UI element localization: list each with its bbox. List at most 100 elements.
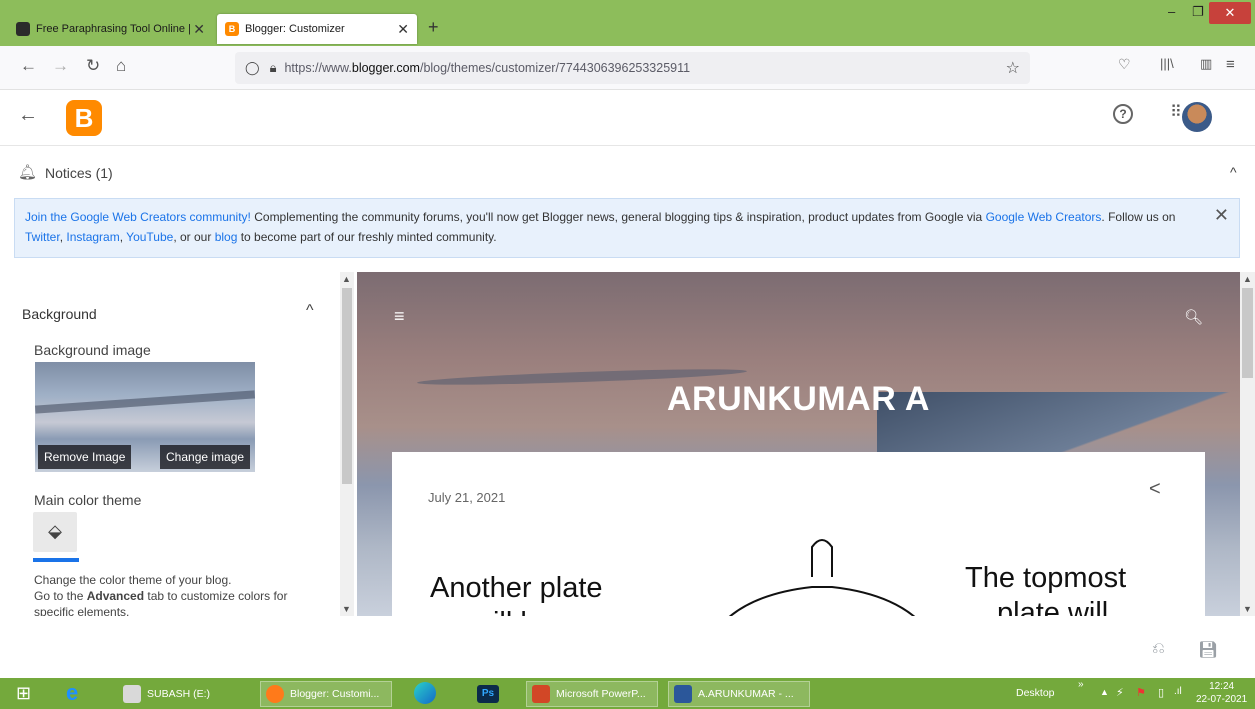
tab-paraphrasing-tool[interactable]: Free Paraphrasing Tool Online | ✕ bbox=[8, 14, 213, 44]
battery-icon[interactable]: ▯ bbox=[1158, 686, 1164, 699]
notices-title: Notices (1) bbox=[45, 165, 113, 181]
save-icon[interactable]: 💾︎ bbox=[1198, 640, 1218, 660]
url-path: /blog/themes/customizer/7744306396253325… bbox=[419, 61, 691, 75]
scroll-down-icon[interactable]: ▼ bbox=[1243, 604, 1252, 614]
internet-explorer-icon[interactable]: e bbox=[66, 680, 78, 706]
tab-title: Free Paraphrasing Tool Online | bbox=[36, 23, 191, 35]
selected-indicator bbox=[33, 558, 79, 562]
notice-text: , or our bbox=[173, 230, 215, 244]
bookmark-star-icon[interactable]: ☆ bbox=[1006, 58, 1020, 78]
reload-icon[interactable]: ↻ bbox=[86, 56, 100, 76]
customizer-panel: Background ^ Background image Remove Ima… bbox=[0, 272, 355, 616]
browser-nav-bar: ← → ↻ ⌂ ◯ 🔒︎ https://www. blogger.com/blo… bbox=[0, 46, 1255, 90]
desc-line: specific elements. bbox=[34, 605, 130, 616]
google-web-creators-link[interactable]: Google Web Creators bbox=[986, 210, 1102, 224]
scroll-down-icon[interactable]: ▼ bbox=[342, 604, 351, 614]
help-icon[interactable]: ? bbox=[1113, 104, 1133, 124]
post-date[interactable]: July 21, 2021 bbox=[428, 490, 505, 505]
tray-arrow-icon[interactable]: ▲ bbox=[1100, 687, 1109, 697]
advanced-tab-mention: Advanced bbox=[86, 589, 145, 603]
preview-scrollbar[interactable]: ▲ ▼ bbox=[1240, 272, 1255, 616]
paraphrase-favicon-icon bbox=[16, 22, 30, 36]
color-theme-swatch[interactable]: ⬙ bbox=[33, 512, 77, 552]
notice-text: to become part of our freshly minted com… bbox=[237, 230, 497, 244]
address-bar[interactable]: ◯ 🔒︎ https://www. blogger.com/blog/themes… bbox=[235, 52, 1030, 84]
back-arrow-icon[interactable]: ← bbox=[18, 104, 38, 127]
chevron-up-icon[interactable]: ^ bbox=[306, 302, 314, 320]
sidebar-icon[interactable]: ▥ bbox=[1200, 56, 1212, 72]
home-icon[interactable]: ⌂ bbox=[116, 56, 126, 76]
network-icon[interactable]: ⚡︎ bbox=[1116, 686, 1124, 699]
taskbar-item-drive[interactable]: SUBASH (E:) bbox=[118, 681, 248, 707]
taskbar-label: SUBASH (E:) bbox=[147, 688, 211, 700]
back-icon[interactable]: ← bbox=[20, 56, 37, 76]
desktop-toolbar-label[interactable]: Desktop bbox=[1016, 687, 1055, 699]
section-title[interactable]: Background bbox=[22, 306, 97, 322]
blog-link[interactable]: blog bbox=[215, 230, 238, 244]
taskbar-item-firefox[interactable]: Blogger: Customi... bbox=[260, 681, 392, 707]
windows-taskbar: ⊞ e SUBASH (E:) Blogger: Customi... Ps M… bbox=[0, 678, 1255, 709]
scroll-up-icon[interactable]: ▲ bbox=[342, 274, 351, 284]
blogger-favicon-icon: B bbox=[225, 22, 239, 36]
diagram-text: The topmost bbox=[965, 562, 1127, 594]
close-tab-icon[interactable]: ✕ bbox=[193, 21, 205, 38]
scroll-up-icon[interactable]: ▲ bbox=[1243, 274, 1252, 284]
post-image-diagram bbox=[728, 539, 916, 616]
minimize-icon[interactable]: – bbox=[1168, 4, 1175, 19]
firefox-icon bbox=[266, 685, 284, 703]
diagram-text: plate will bbox=[997, 597, 1109, 616]
notice-banner: Join the Google Web Creators community! … bbox=[14, 198, 1240, 258]
blogger-logo[interactable]: B bbox=[66, 100, 102, 136]
avatar[interactable] bbox=[1182, 102, 1212, 132]
dismiss-notice-icon[interactable]: ✕ bbox=[1214, 205, 1229, 225]
diagram-text: will be bbox=[472, 607, 553, 616]
pocket-icon[interactable]: ♡ bbox=[1118, 56, 1131, 73]
windows-start-icon[interactable]: ⊞ bbox=[16, 683, 31, 704]
main-color-theme-label: Main color theme bbox=[34, 492, 142, 508]
toolbar-expand-icon[interactable]: » bbox=[1078, 679, 1084, 690]
youtube-link[interactable]: YouTube bbox=[126, 230, 173, 244]
scrollbar-thumb[interactable] bbox=[1242, 288, 1253, 378]
apps-grid-icon[interactable]: ⠿ bbox=[1170, 102, 1182, 122]
background-image-label: Background image bbox=[34, 342, 151, 358]
menu-icon[interactable]: ≡ bbox=[1226, 56, 1235, 73]
notices-header[interactable]: 🔔︎ Notices (1) ^ bbox=[0, 146, 1255, 198]
search-icon[interactable]: 🔍︎ bbox=[1184, 308, 1203, 326]
signal-icon[interactable]: .ıl bbox=[1174, 686, 1182, 697]
paint-bucket-icon: ⬙ bbox=[48, 521, 62, 541]
panel-scrollbar[interactable]: ▲ ▼ bbox=[340, 272, 354, 616]
lock-icon[interactable]: 🔒︎ bbox=[270, 60, 277, 76]
flag-icon[interactable]: ⚑ bbox=[1136, 686, 1146, 699]
taskbar-item-powerpoint[interactable]: Microsoft PowerP... bbox=[526, 681, 658, 707]
background-image-thumbnail: Remove Image Change image bbox=[35, 362, 255, 472]
browser-tab-bar: Free Paraphrasing Tool Online | ✕ B Blog… bbox=[0, 0, 1255, 46]
library-icon[interactable]: |||\ bbox=[1160, 56, 1174, 71]
tab-title: Blogger: Customizer bbox=[245, 23, 345, 35]
change-image-button[interactable]: Change image bbox=[160, 445, 251, 469]
system-clock[interactable]: 12:24 22-07-2021 bbox=[1196, 680, 1247, 706]
close-tab-icon[interactable]: ✕ bbox=[397, 21, 409, 38]
revert-icon[interactable]: ⎌ bbox=[1152, 640, 1165, 658]
share-icon[interactable]: < bbox=[1149, 478, 1161, 501]
url-host: blogger.com bbox=[351, 61, 420, 75]
restore-icon[interactable]: ❐ bbox=[1192, 4, 1204, 20]
scrollbar-thumb[interactable] bbox=[342, 288, 352, 484]
hamburger-menu-icon[interactable]: ≡ bbox=[394, 306, 405, 327]
taskbar-item-word[interactable]: A.ARUNKUMAR - ... bbox=[668, 681, 810, 707]
remove-image-button[interactable]: Remove Image bbox=[38, 445, 132, 469]
drive-icon bbox=[123, 685, 141, 703]
chevron-up-icon[interactable]: ^ bbox=[1230, 164, 1237, 180]
window-close-button[interactable]: ✕ bbox=[1209, 2, 1251, 24]
taskbar-item-photoshop[interactable]: Ps bbox=[472, 681, 512, 707]
taskbar-label: Microsoft PowerP... bbox=[556, 688, 646, 700]
edge-icon[interactable] bbox=[414, 682, 436, 704]
instagram-link[interactable]: Instagram bbox=[66, 230, 119, 244]
taskbar-label: A.ARUNKUMAR - ... bbox=[698, 688, 794, 700]
new-tab-button[interactable]: + bbox=[428, 17, 439, 38]
web-creators-community-link[interactable]: Join the Google Web Creators community! bbox=[25, 210, 251, 224]
forward-icon[interactable]: → bbox=[52, 56, 69, 76]
tab-blogger-customizer[interactable]: B Blogger: Customizer ✕ bbox=[217, 14, 417, 44]
blog-title[interactable]: ARUNKUMAR A bbox=[357, 380, 1240, 419]
shield-icon[interactable]: ◯ bbox=[245, 60, 260, 76]
twitter-link[interactable]: Twitter bbox=[25, 230, 60, 244]
